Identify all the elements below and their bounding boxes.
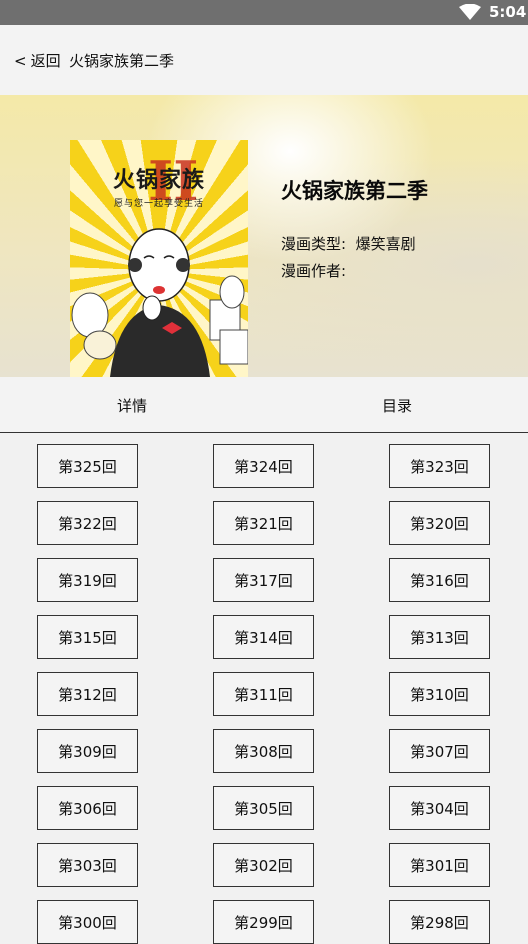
episode-button[interactable]: 第303回 <box>37 843 138 887</box>
comic-type: 漫画类型: 爆笑喜剧 <box>281 233 416 254</box>
episode-button[interactable]: 第298回 <box>389 900 490 944</box>
episode-button[interactable]: 第325回 <box>37 444 138 488</box>
tab-details[interactable]: 详情 <box>117 395 147 416</box>
episode-button[interactable]: 第305回 <box>213 786 314 830</box>
tab-catalog[interactable]: 目录 <box>382 395 412 416</box>
episode-button[interactable]: 第313回 <box>389 615 490 659</box>
episode-button[interactable]: 第322回 <box>37 501 138 545</box>
episode-button[interactable]: 第307回 <box>389 729 490 773</box>
back-button[interactable]: < 返回 <box>14 50 61 71</box>
cover-image: II 火锅家族 愿与您一起享受生活 <box>70 140 248 377</box>
episode-button[interactable]: 第304回 <box>389 786 490 830</box>
episode-button[interactable]: 第309回 <box>37 729 138 773</box>
episode-button[interactable]: 第314回 <box>213 615 314 659</box>
comic-author-label: 漫画作者: <box>281 262 347 280</box>
episode-button[interactable]: 第311回 <box>213 672 314 716</box>
episode-button[interactable]: 第316回 <box>389 558 490 602</box>
chevron-left-icon: < <box>14 52 27 70</box>
status-time: 5:04 <box>489 3 527 21</box>
episode-button[interactable]: 第315回 <box>37 615 138 659</box>
comic-author: 漫画作者: <box>281 260 346 281</box>
episode-button[interactable]: 第306回 <box>37 786 138 830</box>
episode-button[interactable]: 第301回 <box>389 843 490 887</box>
comic-type-label: 漫画类型: <box>281 235 347 253</box>
cover-illustration <box>71 228 248 377</box>
episode-button[interactable]: 第299回 <box>213 900 314 944</box>
comic-type-value: 爆笑喜剧 <box>355 235 416 253</box>
episode-button[interactable]: 第302回 <box>213 843 314 887</box>
status-bar: 5:04 <box>0 0 528 25</box>
episode-button[interactable]: 第310回 <box>389 672 490 716</box>
episode-button[interactable]: 第324回 <box>213 444 314 488</box>
back-label: 返回 <box>30 52 61 70</box>
top-bar: < 返回 火锅家族第二季 <box>0 25 528 96</box>
episode-button[interactable]: 第308回 <box>213 729 314 773</box>
comic-title: 火锅家族第二季 <box>281 179 428 203</box>
episode-button[interactable]: 第321回 <box>213 501 314 545</box>
episode-button[interactable]: 第319回 <box>37 558 138 602</box>
wifi-icon <box>459 4 481 20</box>
episode-grid: 第325回 第324回 第323回 第322回 第321回 第320回 第319… <box>0 433 528 944</box>
episode-button[interactable]: 第300回 <box>37 900 138 944</box>
episode-button[interactable]: 第320回 <box>389 501 490 545</box>
comic-header: II 火锅家族 愿与您一起享受生活 火锅家族第二季 漫画类型: 爆笑喜剧 漫画作… <box>0 95 528 377</box>
episode-button[interactable]: 第312回 <box>37 672 138 716</box>
tab-bar: 详情 目录 <box>0 377 528 433</box>
episode-button[interactable]: 第323回 <box>389 444 490 488</box>
episode-button[interactable]: 第317回 <box>213 558 314 602</box>
page-title: 火锅家族第二季 <box>69 52 175 70</box>
